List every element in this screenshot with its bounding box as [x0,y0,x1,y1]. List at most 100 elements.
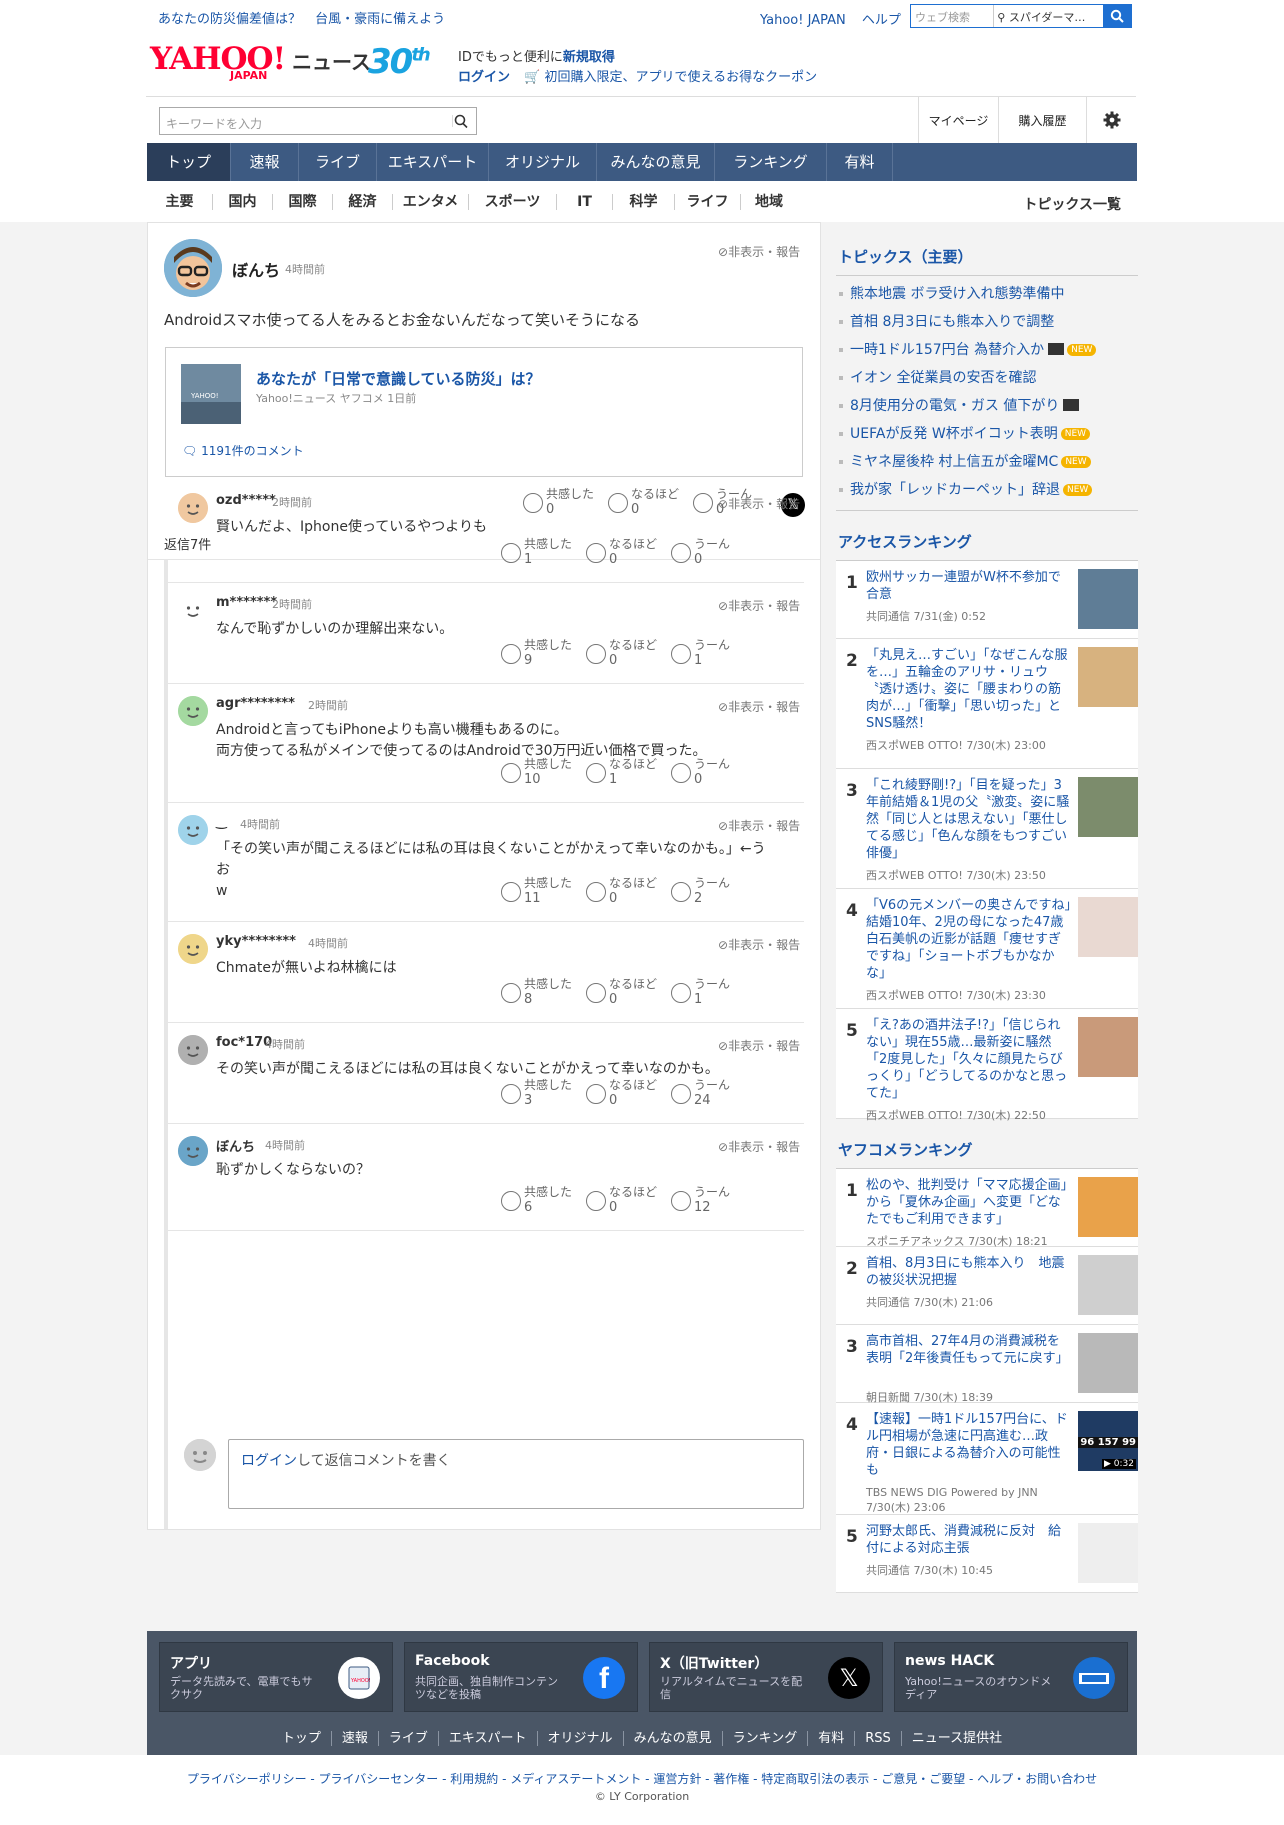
cat-local[interactable]: 地域 [741,194,797,210]
reply-username[interactable]: agr******** [216,696,295,711]
footer-app-box[interactable]: アプリ データ先読みで、電車でもサクサク YAHOO! [159,1642,393,1712]
react-naruhodo[interactable]: なるほど 1 [586,757,657,787]
react-hmm[interactable]: うーん 2 [671,876,730,906]
reply-username[interactable]: ‿ [216,815,227,830]
reply-avatar[interactable] [178,934,208,964]
keyword-search-button[interactable] [451,113,468,133]
footer-link[interactable]: オリジナル [537,1731,624,1746]
react-naruhodo[interactable]: なるほど 0 [586,1078,657,1108]
react-empathy[interactable]: 共感した 11 [501,876,572,906]
cat-science[interactable]: 科学 [613,194,675,210]
react-hmm[interactable]: うーん 1 [671,638,730,668]
topic-item[interactable]: 一時1ドル157円台 為替介入か NEW [836,336,1138,364]
ranking-item[interactable]: 5 「え?あの酒井法子!?」「信じられない」現在55歳…最新姿に騒然「2度見した」… [836,1009,1138,1122]
mypage-link[interactable]: マイページ [918,97,998,143]
footer-x-box[interactable]: X（旧Twitter） リアルタイムでニュースを配信 𝕏 [649,1642,883,1712]
react-naruhodo[interactable]: なるほど 0 [586,977,657,1007]
reply-hide-report[interactable]: ⊘非表示・報告 [718,1138,800,1155]
footer-link[interactable]: ライブ [378,1731,439,1746]
reply-avatar[interactable] [178,696,208,726]
keyword-search[interactable]: キーワードを入力 [159,107,477,135]
settings-button[interactable] [1086,97,1136,143]
web-search-button[interactable] [1103,5,1132,27]
ranking-item[interactable]: 4 「V6の元メンバーの奥さんですね」結婚10年、2児の母になった47歳白石美帆の… [836,889,1138,1009]
ranking-item[interactable]: 5 河野太郎氏、消費減税に反対 給付による対応主張 共同通信 7/30(木) 10:… [836,1515,1138,1593]
topic-item[interactable]: 首相 8月3日にも熊本入りで調整 [836,308,1138,336]
reply-avatar[interactable] [178,1136,208,1166]
reply-hide-report[interactable]: ⊘非表示・報告 [718,698,800,715]
promo-link-2[interactable]: 台風・豪雨に備えよう [315,12,445,27]
react-naruhodo[interactable]: なるほど 0 [586,876,657,906]
topic-item[interactable]: イオン 全従業員の安否を確認 [836,364,1138,392]
topic-item[interactable]: 8月使用分の電気・ガス 値下がり [836,392,1138,420]
legal-links[interactable]: プライバシーポリシー - プライバシーセンター - 利用規約 - メディアステー… [0,1770,1284,1787]
footer-link[interactable]: ニュース提供社 [902,1731,1012,1746]
yahoo-japan-link[interactable]: Yahoo! JAPAN [760,13,846,28]
ranking-item[interactable]: 3 「これ綾野剛!?」「目を疑った」3年前結婚＆1児の父〝激変〟姿に騒然「同じ人と… [836,769,1138,889]
keyword-search-input[interactable]: キーワードを入力 [166,115,262,132]
topics-title[interactable]: トピックス（主要） [836,222,1138,276]
cat-domestic[interactable]: 国内 [213,194,273,210]
cat-life[interactable]: ライフ [675,194,741,210]
cat-economy[interactable]: 経済 [333,194,393,210]
reply-username[interactable]: foc*170 [216,1035,272,1050]
reply-input[interactable]: ログインして返信コメントを書く [228,1439,804,1509]
react-hmm[interactable]: うーん 24 [671,1078,730,1108]
react-empathy[interactable]: 共感した 6 [501,1185,572,1215]
topic-item[interactable]: 我が家「レッドカーペット」辞退 NEW [836,476,1138,504]
topic-item[interactable]: ミヤネ屋後枠 村上信五が金曜MC NEW [836,448,1138,476]
reply-login-link[interactable]: ログイン [241,1453,297,1469]
ranking-item[interactable]: 4 【速報】一時1ドル157円台に、ドル円相場が急速に円高進む…政府・日銀による為… [836,1403,1138,1515]
nav-opinion[interactable]: みんなの意見 [597,143,715,181]
post-username[interactable]: ぼんち [232,257,280,281]
react-empathy[interactable]: 共感した 10 [501,757,572,787]
react-hmm[interactable]: うーん 1 [671,977,730,1007]
ranking-item[interactable]: 2 「丸見え…すごい」「なぜこんな服を…」五輪金のアリサ・リュウ〝透け透け〟姿に「… [836,639,1138,769]
article-card[interactable]: YAHOO! あなたが「日常で意識している防災」は？ Yahoo!ニュース ヤフ… [165,347,803,477]
cat-entertainment[interactable]: エンタメ [393,194,469,210]
promo-link-1[interactable]: あなたの防災偏差値は？ [158,12,301,27]
footer-link[interactable]: エキスパート [438,1731,538,1746]
cat-world[interactable]: 国際 [273,194,333,210]
footer-link[interactable]: 有料 [808,1731,856,1746]
ranking-item[interactable]: 1 欧州サッカー連盟がW杯不参加で合意 共同通信 7/31(金) 0:52 [836,561,1138,639]
reply-username[interactable]: yky******** [216,934,296,949]
article-comments-link[interactable]: 🗨 1191件のコメント [182,442,304,459]
reply-avatar[interactable] [178,595,208,625]
post-hide-report[interactable]: ⊘非表示・報告 [718,243,800,260]
reply-username[interactable]: ぼんち [216,1136,255,1155]
nav-expert[interactable]: エキスパート [377,143,489,181]
ranking-item[interactable]: 2 首相、8月3日にも熊本入り 地震の被災状況把握 共同通信 7/30(木) 21:… [836,1247,1138,1325]
react-hmm[interactable]: うーん 0 [671,757,730,787]
ranking-item[interactable]: 3 高市首相、27年4月の消費減税を表明「2年後責任もって元に戻す」 朝日新聞 7/… [836,1325,1138,1404]
nav-breaking[interactable]: 速報 [231,143,299,181]
nav-original[interactable]: オリジナル [489,143,597,181]
footer-facebook-box[interactable]: Facebook 共同企画、独自制作コンテンツなどを投稿 f [404,1642,638,1712]
react-empathy[interactable]: 共感した 9 [501,638,572,668]
reply-hide-report[interactable]: ⊘非表示・報告 [718,1037,800,1054]
ranking-item[interactable]: 1 松のや、批判受け「ママ応援企画」から「夏休み企画」へ変更「どなたでもご利用でき… [836,1169,1138,1248]
reply-avatar[interactable] [178,1035,208,1065]
web-search-input[interactable]: ウェブ検索 [911,5,995,27]
reply-hide-report[interactable]: ⊘非表示・報告 [718,936,800,953]
footer-link[interactable]: ランキング [722,1731,809,1746]
nav-ranking[interactable]: ランキング [715,143,827,181]
footer-link[interactable]: トップ [271,1731,332,1746]
react-naruhodo[interactable]: なるほど 0 [586,1185,657,1215]
yafucome-ranking-title[interactable]: ヤフコメランキング [836,1119,1138,1169]
cat-main[interactable]: 主要 [147,194,213,210]
nav-paid[interactable]: 有料 [827,143,893,181]
reply-avatar[interactable] [178,815,208,845]
react-empathy[interactable]: 共感した 8 [501,977,572,1007]
topics-all-link[interactable]: トピックス一覧 [1023,194,1121,214]
topic-item[interactable]: UEFAが反発 W杯ボイコット表明 NEW [836,420,1138,448]
help-link[interactable]: ヘルプ [862,13,901,28]
footer-newshack-box[interactable]: news HACK Yahoo!ニュースのオウンドメディア [894,1642,1128,1712]
reply-username[interactable]: ozd***** [216,493,276,508]
cat-sports[interactable]: スポーツ [469,194,557,210]
signup-link[interactable]: 新規取得 [563,50,615,65]
reply-hide-report[interactable]: ⊘非表示・報告 [718,597,800,614]
suggestion-chip[interactable]: ⚲ スパイダーマ… [994,5,1103,27]
topic-item[interactable]: 熊本地震 ボラ受け入れ態勢準備中 [836,280,1138,308]
footer-link[interactable]: 速報 [331,1731,379,1746]
